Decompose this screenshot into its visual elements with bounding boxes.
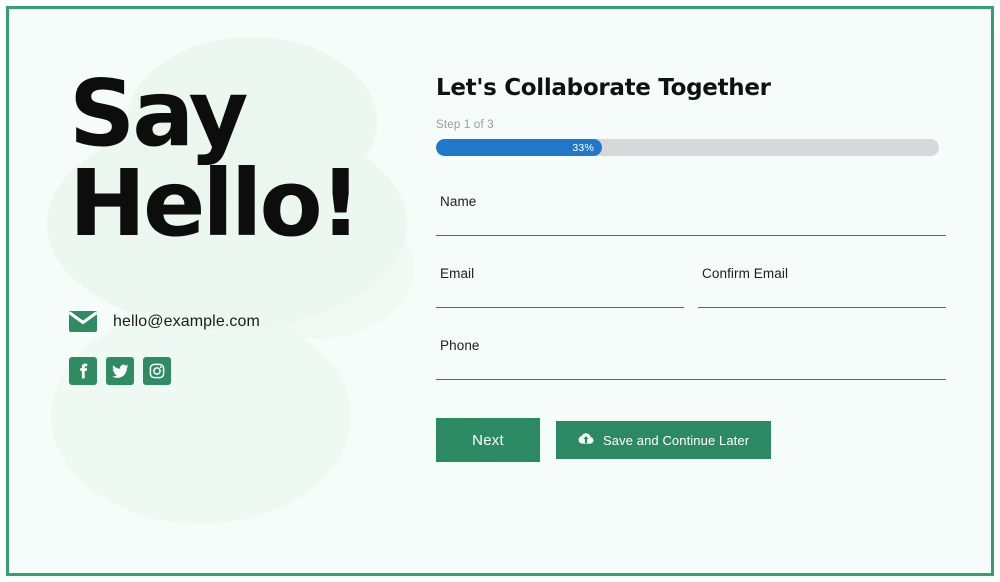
social-link-twitter[interactable]: [106, 357, 134, 386]
field-label-email: Email: [440, 266, 475, 281]
field-name: Name: [436, 194, 946, 236]
field-label-confirm-email: Confirm Email: [702, 266, 789, 281]
save-and-continue-later-button[interactable]: Save and Continue Later: [556, 421, 772, 459]
phone-input[interactable]: [436, 353, 946, 380]
form-row-name: Name: [436, 194, 946, 236]
next-button[interactable]: Next: [436, 418, 540, 462]
field-phone: Phone: [436, 338, 946, 380]
bordered-frame: Say Hello! hello@example.com Let's Colla…: [6, 6, 994, 576]
field-confirm-email: Confirm Email: [698, 266, 946, 308]
name-input[interactable]: [436, 209, 946, 236]
form-heading: Let's Collaborate Together: [436, 75, 771, 101]
progress-percent-label: 33%: [572, 141, 594, 154]
twitter-icon: [111, 364, 129, 379]
contact-email-text: hello@example.com: [113, 312, 260, 330]
contact-email-row: hello@example.com: [68, 311, 429, 333]
contact-form: Let's Collaborate Together Step 1 of 3 3…: [436, 75, 946, 462]
progress-bar: 33%: [436, 139, 939, 156]
social-link-instagram[interactable]: [143, 357, 171, 386]
social-link-facebook[interactable]: [69, 357, 97, 386]
field-label-name: Name: [440, 194, 477, 209]
email-input[interactable]: [436, 281, 684, 308]
field-label-phone: Phone: [440, 338, 480, 353]
content-area: Say Hello! hello@example.com Let's Colla…: [9, 9, 991, 573]
form-row-phone: Phone: [436, 338, 946, 380]
form-row-email: Email Confirm Email: [436, 266, 946, 308]
intro-panel: Say Hello! hello@example.com: [68, 60, 429, 386]
hero-title: Say Hello!: [69, 60, 362, 258]
field-email: Email: [436, 266, 684, 308]
save-and-continue-later-label: Save and Continue Later: [603, 432, 750, 448]
envelope-icon: [68, 311, 98, 333]
facebook-icon: [75, 363, 91, 379]
step-indicator-label: Step 1 of 3: [436, 119, 494, 131]
confirm-email-input[interactable]: [698, 281, 946, 308]
instagram-icon: [149, 363, 165, 379]
form-actions: Next Save and Continue Later: [436, 418, 946, 462]
progress-bar-fill: 33%: [436, 139, 602, 156]
cloud-upload-icon: [578, 432, 594, 449]
page-root: Say Hello! hello@example.com Let's Colla…: [0, 0, 1000, 582]
social-links: [69, 357, 429, 386]
